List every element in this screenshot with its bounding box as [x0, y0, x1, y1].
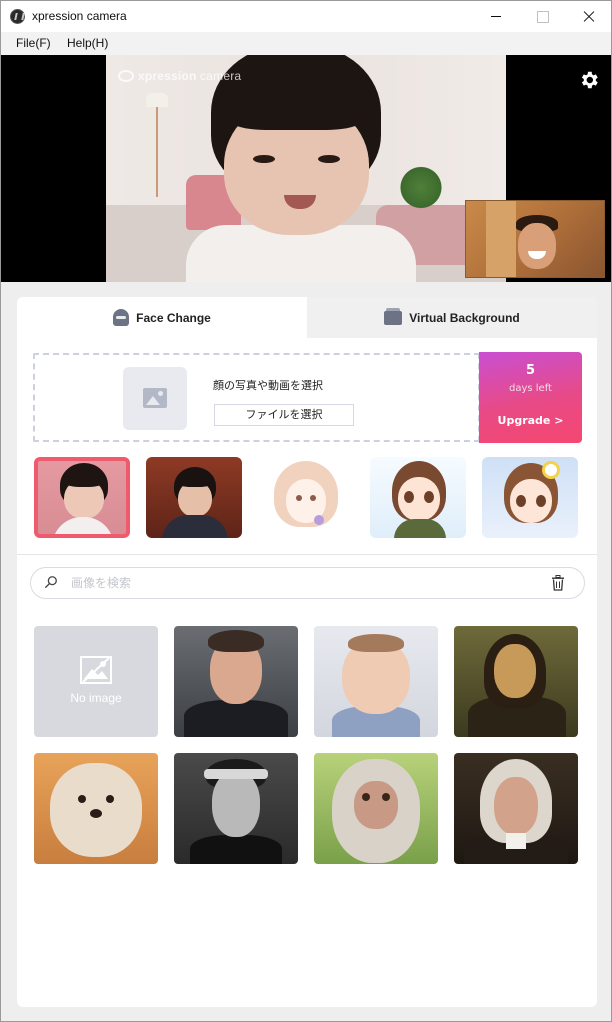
app-window: xpression camera File(F) Help(H) xpressi… [0, 0, 612, 1022]
watermark: xpression camera [118, 69, 241, 83]
face-thumb-anime-flower[interactable] [482, 457, 578, 538]
face-thumb-boy[interactable] [146, 457, 242, 538]
upload-dropzone[interactable]: 顔の写真や動画を選択 ファイルを選択 [33, 353, 480, 442]
recent-faces [17, 457, 597, 539]
upload-placeholder [123, 367, 187, 430]
window-title: xpression camera [32, 9, 127, 23]
upgrade-label: Upgrade > [497, 414, 564, 427]
webcam-pip [465, 200, 605, 278]
tab-virtual-background-label: Virtual Background [409, 310, 520, 325]
logo-icon [118, 70, 134, 82]
video-preview: xpression camera [1, 55, 611, 282]
gear-icon[interactable] [578, 69, 600, 91]
gallery-item-baby[interactable] [314, 626, 438, 737]
gallery-item-mona-lisa[interactable] [454, 626, 578, 737]
menu-file[interactable]: File(F) [16, 36, 51, 50]
gallery-item-no-image[interactable]: No image [34, 626, 158, 737]
divider [17, 554, 597, 555]
gallery-item-bach[interactable] [454, 753, 578, 864]
face-thumb-girl-selected[interactable] [34, 457, 130, 538]
upload-prompt: 顔の写真や動画を選択 [213, 379, 323, 392]
trial-days-count: 5 [525, 363, 536, 378]
menu-help[interactable]: Help(H) [67, 36, 108, 50]
face-thumb-anime[interactable] [370, 457, 466, 538]
tab-virtual-background[interactable]: Virtual Background [307, 297, 597, 338]
no-image-label: No image [70, 691, 122, 705]
gallery-item-monkey[interactable] [314, 753, 438, 864]
search-icon [44, 576, 57, 589]
camera-output: xpression camera [106, 55, 506, 282]
gallery-item-woman-bw[interactable] [174, 753, 298, 864]
no-image-icon [80, 656, 112, 684]
face-icon [113, 309, 130, 326]
picture-icon [143, 388, 167, 408]
select-file-button[interactable]: ファイルを選択 [214, 404, 354, 426]
face-change-panel: Face Change Virtual Background 顔の写真や動画を選… [17, 297, 597, 1007]
menu-bar: File(F) Help(H) [1, 32, 611, 55]
gallery-item-man-suit[interactable] [174, 626, 298, 737]
face-thumb-illustration[interactable] [258, 457, 354, 538]
upgrade-button[interactable]: 5 days left Upgrade > [479, 352, 582, 443]
app-icon [10, 9, 25, 24]
gallery-item-dog[interactable] [34, 753, 158, 864]
title-bar: xpression camera [1, 1, 611, 32]
trial-days-label: days left [509, 383, 552, 394]
maximize-button[interactable] [519, 1, 565, 32]
background-icon [384, 307, 403, 325]
trash-icon[interactable] [551, 575, 565, 591]
search-bar [30, 567, 585, 599]
minimize-button[interactable] [473, 1, 519, 32]
close-button[interactable] [565, 1, 611, 32]
tab-face-change-label: Face Change [136, 310, 211, 325]
tab-face-change[interactable]: Face Change [17, 297, 307, 338]
search-input[interactable] [71, 572, 511, 594]
